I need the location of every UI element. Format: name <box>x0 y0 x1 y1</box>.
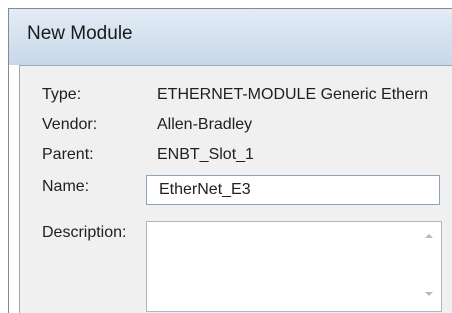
type-label: Type: <box>42 86 82 103</box>
type-value: ETHERNET-MODULE Generic Ethern <box>157 86 429 103</box>
name-input-value: EtherNet_E3 <box>159 181 251 198</box>
parent-value: ENBT_Slot_1 <box>157 146 254 163</box>
vendor-label: Vendor: <box>42 116 98 133</box>
name-label: Name: <box>42 178 90 195</box>
parent-label: Parent: <box>42 146 94 163</box>
description-textarea[interactable] <box>146 221 442 312</box>
scroll-up-icon[interactable] <box>425 234 433 238</box>
scroll-down-icon[interactable] <box>425 292 433 296</box>
window-title: New Module <box>27 23 133 44</box>
description-label: Description: <box>42 224 127 241</box>
name-input[interactable]: EtherNet_E3 <box>146 175 440 205</box>
description-scrollbar[interactable] <box>419 224 439 306</box>
vendor-value: Allen-Bradley <box>157 116 253 133</box>
title-bar[interactable]: New Module <box>9 9 452 65</box>
